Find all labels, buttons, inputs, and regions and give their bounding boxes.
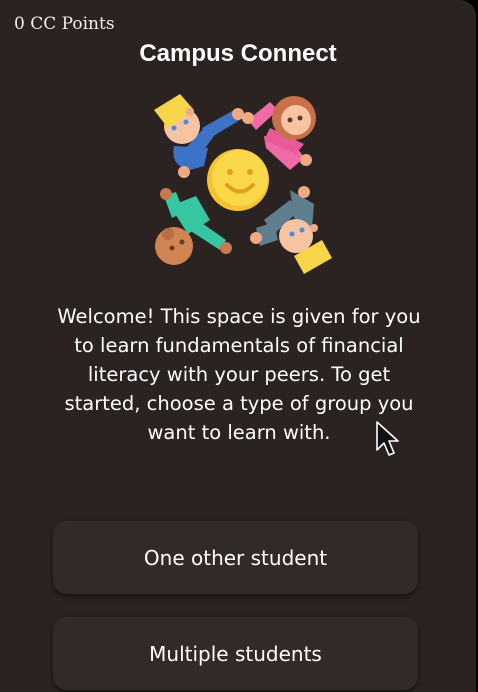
one-other-student-label: One other student	[143, 545, 328, 570]
onboarding-panel: 0 CC Points Campus Connect Welcome! This…	[0, 0, 476, 692]
page-title: Campus Connect	[139, 40, 337, 67]
multiple-students-label: Multiple students	[149, 641, 322, 666]
welcome-message: Welcome! This space is given for you to …	[57, 305, 421, 444]
one-other-student-button[interactable]: One other student	[53, 521, 418, 594]
cc-points-counter: 0 CC Points	[14, 14, 115, 34]
mouse-pointer-icon	[376, 421, 399, 456]
smiley-face-icon	[207, 149, 269, 211]
multiple-students-button[interactable]: Multiple students	[53, 617, 418, 690]
group-of-four-people-icon	[154, 94, 332, 274]
